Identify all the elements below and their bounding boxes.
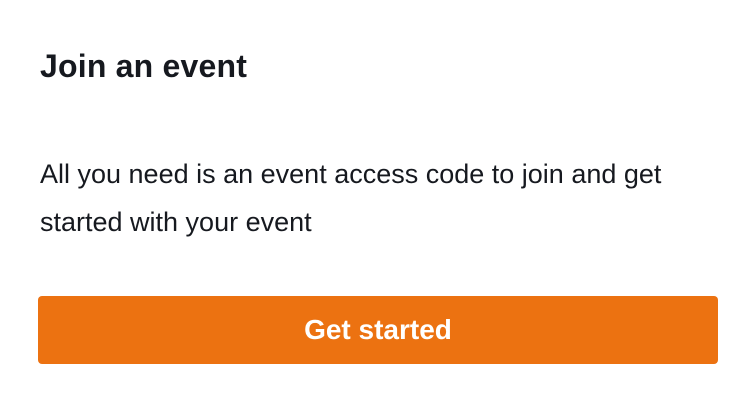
get-started-button[interactable]: Get started: [38, 296, 718, 364]
description-text: All you need is an event access code to …: [40, 159, 662, 237]
join-event-card: Join an event All you need is an event a…: [0, 0, 750, 400]
page-title: Join an event: [40, 48, 248, 84]
